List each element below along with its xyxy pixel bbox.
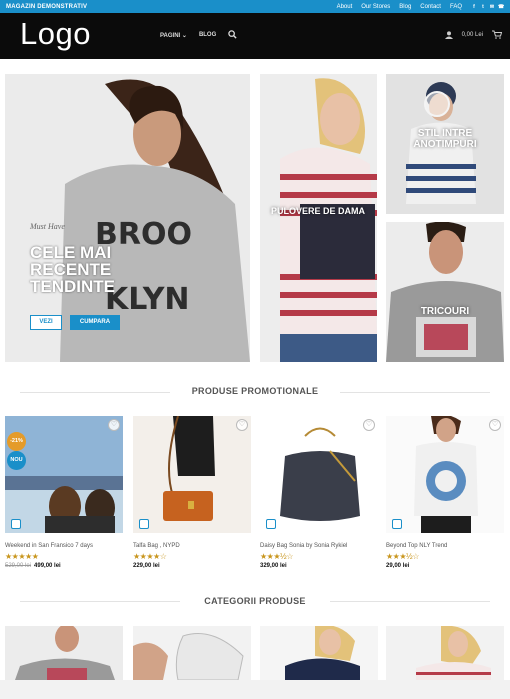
product-price: 29,00 lei [386, 563, 410, 569]
product-photo [260, 416, 378, 533]
product-card[interactable]: ♡ Daisy Bag Sonia by Sonia Rykiel ★★★½☆ … [260, 416, 378, 569]
banner-stil[interactable]: STIL INTRE ANOTIMPURI [386, 74, 504, 214]
logo[interactable]: Logo [20, 16, 91, 52]
old-price: 529,00 lei [5, 563, 32, 569]
store-name: MAGAZIN DEMONSTRATIV [6, 3, 88, 10]
heart-icon[interactable]: ♡ [489, 419, 501, 431]
email-icon[interactable]: ✉ [489, 4, 495, 10]
link-contact[interactable]: Contact [420, 4, 441, 10]
category-image [386, 626, 504, 680]
heart-icon[interactable]: ♡ [108, 419, 120, 431]
banner-pulovere[interactable]: PULOVERE DE DAMA [260, 74, 377, 362]
rating-stars: ★★★½☆ [386, 552, 419, 561]
banner-pulovere-title: PULOVERE DE DAMA [270, 206, 365, 216]
heart-icon[interactable]: ♡ [236, 419, 248, 431]
top-bar: MAGAZIN DEMONSTRATIV About Our Stores Bl… [0, 0, 510, 13]
twitter-icon[interactable]: t [480, 4, 486, 10]
header: Logo PAGINI ⌄ BLOG 0,00 Lei [0, 13, 510, 59]
hero-banner[interactable]: BROO KLYN Must Have CELE MAI RECENTE TEN… [5, 74, 250, 362]
product-price: 529,00 lei 499,00 lei [5, 563, 123, 569]
main-nav: PAGINI ⌄ BLOG [160, 30, 237, 39]
nav-pagini[interactable]: PAGINI ⌄ [160, 32, 187, 39]
quick-view-icon[interactable] [392, 519, 402, 529]
banner-tricouri[interactable]: TRICOURI [386, 222, 504, 362]
phone-icon[interactable]: ☎ [498, 4, 504, 10]
rating-stars: ★★★★★ [5, 552, 39, 561]
link-about[interactable]: About [337, 4, 353, 10]
hero-title: CELE MAI RECENTE TENDINTE [30, 243, 115, 296]
social-icons: f t ✉ ☎ [471, 4, 504, 10]
quick-view-icon[interactable] [11, 519, 21, 529]
search-icon[interactable] [228, 30, 237, 39]
category-card[interactable] [5, 626, 123, 680]
banner-tricouri-image [386, 222, 504, 362]
rating-stars: ★★★★☆ [133, 552, 167, 561]
product-photo [386, 416, 504, 533]
facebook-icon[interactable]: f [471, 4, 477, 10]
product-image[interactable]: ♡ [386, 416, 504, 533]
nav-blog[interactable]: BLOG [199, 32, 216, 39]
product-card[interactable]: ♡ Talfa Bag , NYPD ★★★★☆ 229,00 lei [133, 416, 251, 569]
product-image[interactable]: ♡ [133, 416, 251, 533]
quick-view-icon[interactable] [139, 519, 149, 529]
rating-stars: ★★★½☆ [260, 552, 293, 561]
header-right: 0,00 Lei [444, 30, 502, 39]
product-name[interactable]: Daisy Bag Sonia by Sonia Rykiel [260, 543, 378, 549]
product-image[interactable]: -21% NOU ♡ [5, 416, 123, 533]
banner-pulovere-image [260, 74, 377, 362]
category-card[interactable] [260, 626, 378, 680]
product-name[interactable]: Beyond Top NLY Trend [386, 543, 504, 549]
section-title-promo: PRODUSE PROMOTIONALE [191, 386, 319, 396]
product-card[interactable]: ♡ Beyond Top NLY Trend ★★★½☆ 29,00 lei [386, 416, 504, 569]
quick-view-icon[interactable] [266, 519, 276, 529]
category-image [133, 626, 251, 680]
sale-badge: -21% [7, 432, 26, 451]
new-badge: NOU [7, 451, 26, 470]
current-price: 499,00 lei [34, 563, 61, 569]
category-image [260, 626, 378, 680]
heart-icon[interactable]: ♡ [363, 419, 375, 431]
link-faq[interactable]: FAQ [450, 4, 462, 10]
chevron-down-icon: ⌄ [181, 33, 187, 39]
view-button[interactable]: VEZI [30, 315, 62, 330]
category-card[interactable] [386, 626, 504, 680]
banner-stil-title: STIL INTRE ANOTIMPURI [413, 128, 477, 150]
buy-button[interactable]: CUMPARA [70, 315, 120, 330]
bottom-bar [0, 680, 510, 699]
user-icon[interactable] [444, 30, 453, 39]
product-name[interactable]: Weekend in San Fransico 7 days [5, 543, 123, 549]
play-icon[interactable] [424, 91, 450, 117]
product-photo [133, 416, 251, 533]
product-image[interactable]: ♡ [260, 416, 378, 533]
product-price: 229,00 lei [133, 563, 160, 569]
link-blog[interactable]: Blog [399, 4, 411, 10]
section-title-categories: CATEGORII PRODUSE [204, 596, 306, 606]
product-name[interactable]: Talfa Bag , NYPD [133, 543, 251, 549]
nav-pagini-label: PAGINI [160, 33, 181, 39]
product-card[interactable]: -21% NOU ♡ Weekend in San Fransico 7 day… [5, 416, 123, 569]
banner-tricouri-title: TRICOURI [420, 306, 470, 317]
cart-total[interactable]: 0,00 Lei [462, 32, 483, 38]
category-image [5, 626, 123, 680]
cart-icon[interactable] [492, 30, 502, 39]
product-price: 329,00 lei [260, 563, 287, 569]
hero-subtitle: Must Have [30, 222, 65, 231]
category-card[interactable] [133, 626, 251, 680]
top-links: About Our Stores Blog Contact FAQ f t ✉ … [337, 4, 505, 10]
link-our-stores[interactable]: Our Stores [361, 4, 390, 10]
